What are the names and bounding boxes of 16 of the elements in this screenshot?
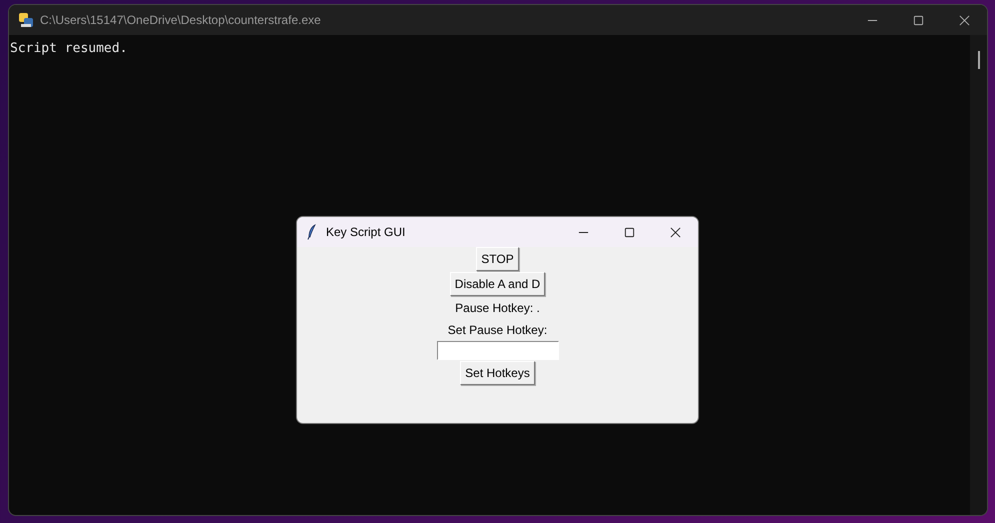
- label: Pause Hotkey: .: [455, 300, 540, 317]
- maximize-icon: [624, 226, 634, 238]
- button[interactable]: Disable A and D: [450, 272, 546, 296]
- window-title: Key Script GUI: [326, 225, 406, 239]
- button[interactable]: STOP: [476, 247, 519, 271]
- scrollbar-thumb[interactable]: [978, 51, 980, 69]
- console-text: Script resumed.: [10, 41, 128, 57]
- scrollbar[interactable]: [970, 35, 987, 515]
- label: Set Pause Hotkey:: [448, 322, 548, 339]
- window-title: C:\Users\15147\OneDrive\Desktop\counterstrafe.exe: [40, 13, 322, 27]
- close-icon: [670, 226, 680, 238]
- button[interactable]: Set Hotkeys: [460, 361, 535, 385]
- feather-icon: [307, 224, 317, 240]
- close-icon: [958, 14, 970, 26]
- input-field[interactable]: [436, 341, 558, 360]
- maximize-icon: [912, 14, 924, 26]
